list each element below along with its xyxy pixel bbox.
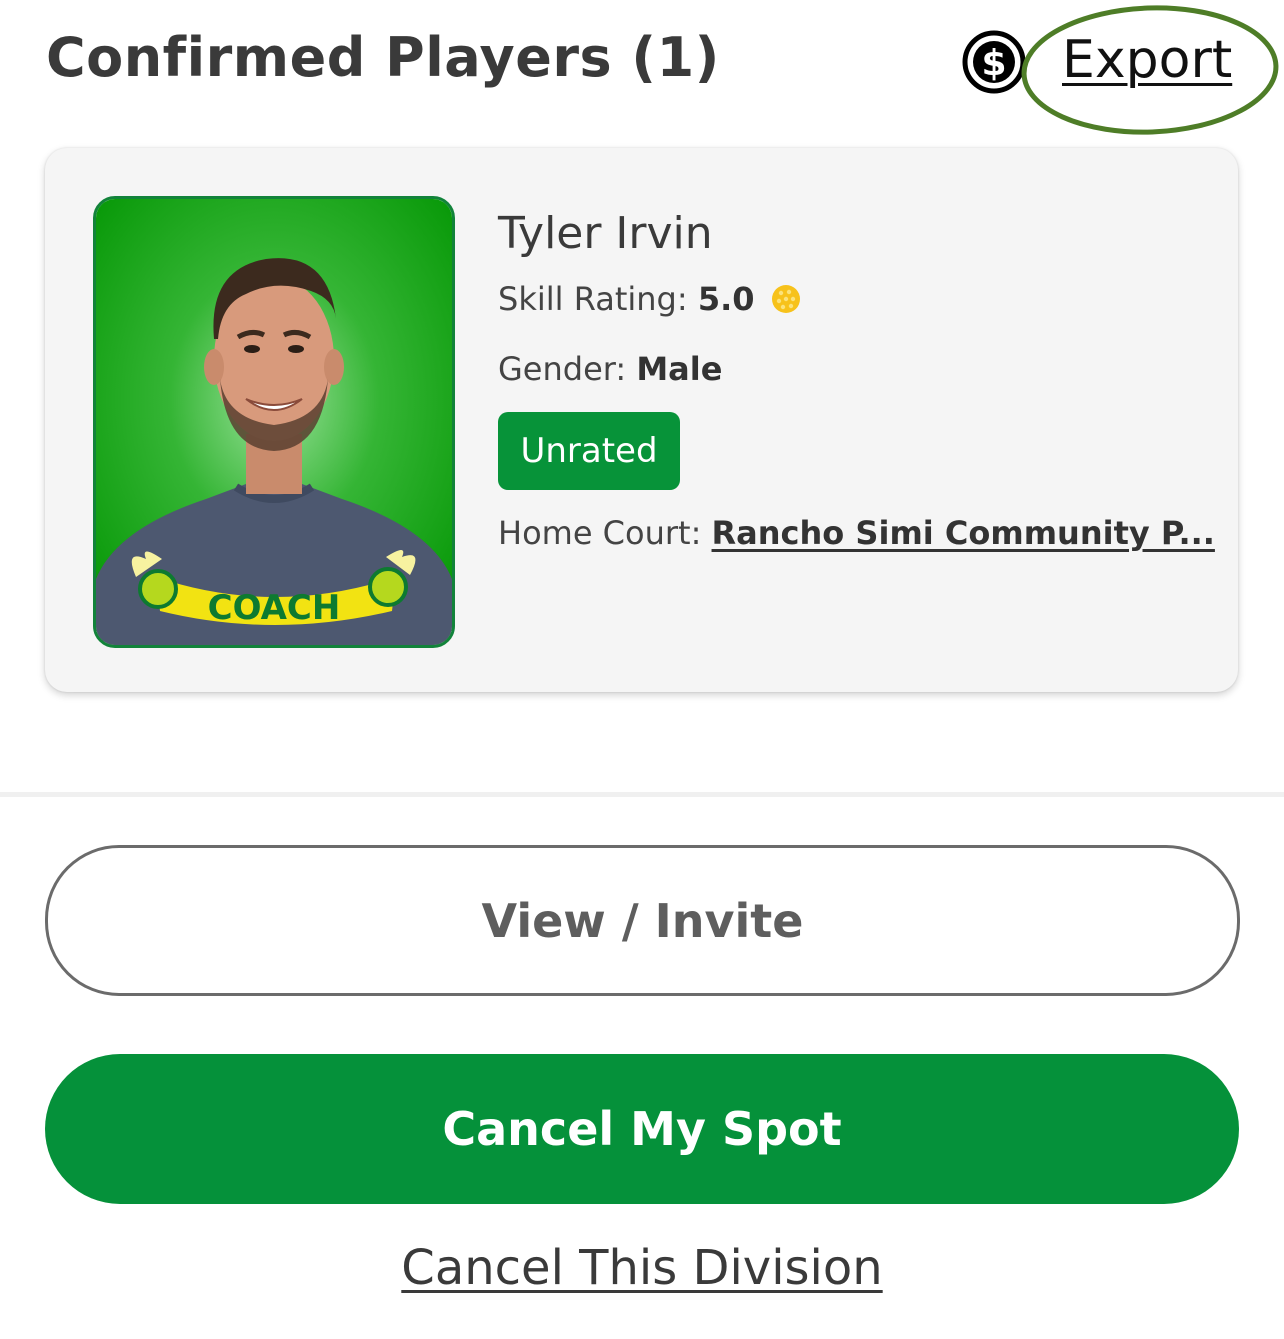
shirt-text: COACH (208, 588, 341, 628)
export-link[interactable]: Export (1062, 30, 1232, 90)
pickleball-icon (771, 284, 801, 322)
player-avatar[interactable]: COACH (93, 196, 455, 648)
player-name: Tyler Irvin (498, 208, 713, 259)
cancel-division-link[interactable]: Cancel This Division (0, 1240, 1284, 1296)
cancel-division-label[interactable]: Cancel This Division (401, 1240, 882, 1296)
gender-value: Male (636, 350, 723, 388)
skill-rating-row: Skill Rating: 5.0 (498, 280, 801, 322)
skill-rating-value: 5.0 (697, 280, 755, 318)
section-divider (0, 792, 1284, 797)
player-card[interactable]: COACH Tyler Irvin Skill Rating: 5.0 Gend… (45, 148, 1238, 692)
svg-text:$: $ (981, 43, 1006, 84)
home-court-row: Home Court: Rancho Simi Community P... (498, 514, 1215, 552)
view-invite-button[interactable]: View / Invite (45, 845, 1240, 996)
home-court-link[interactable]: Rancho Simi Community P... (712, 514, 1215, 552)
cancel-my-spot-button[interactable]: Cancel My Spot (45, 1054, 1239, 1204)
rating-status-badge: Unrated (498, 412, 680, 490)
dollar-circle-icon[interactable]: $ (961, 29, 1027, 95)
home-court-label: Home Court: (498, 514, 702, 552)
skill-rating-label: Skill Rating: (498, 280, 688, 318)
page-title: Confirmed Players (1) (46, 26, 720, 89)
gender-row: Gender: Male (498, 350, 722, 388)
gender-label: Gender: (498, 350, 627, 388)
